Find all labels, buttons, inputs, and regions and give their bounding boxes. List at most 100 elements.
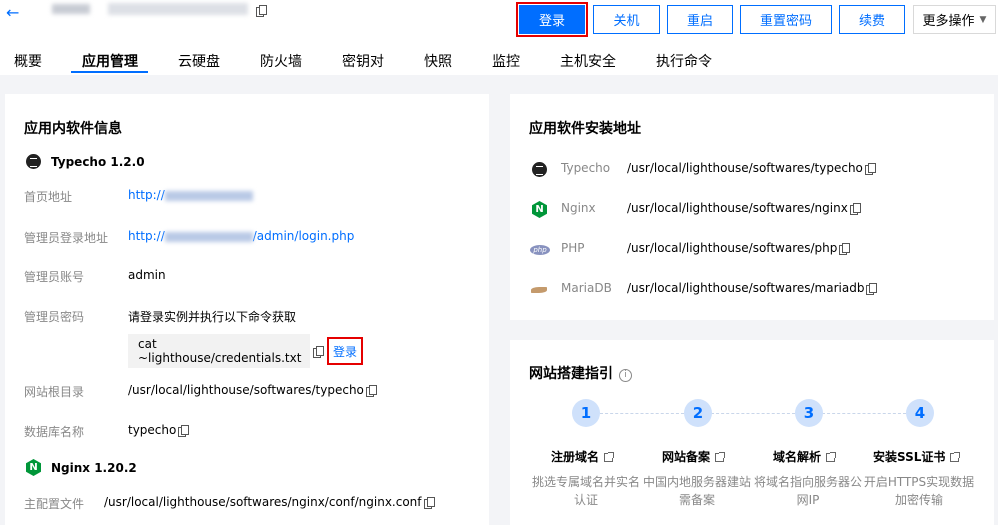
nginx-config-path: /usr/local/lighthouse/softwares/nginx/co… xyxy=(104,495,422,509)
mariadb-label: MariaDB xyxy=(561,281,612,295)
copy-icon[interactable] xyxy=(178,425,190,437)
admin-login-suffix: /admin/login.php xyxy=(252,229,355,243)
more-actions-button[interactable]: 更多操作 ▼ xyxy=(913,5,996,34)
external-link-icon xyxy=(950,452,961,462)
copy-icon[interactable] xyxy=(849,203,861,215)
highlight-box xyxy=(516,2,588,37)
app-info-title: 应用内软件信息 xyxy=(24,121,122,137)
web-root-path: /usr/local/lighthouse/softwares/typecho xyxy=(128,383,364,397)
db-name-label: 数据库名称 xyxy=(24,425,85,439)
step-1-desc: 挑选专属域名并实名认证 xyxy=(531,475,640,507)
nginx-config-label: 主配置文件 xyxy=(24,497,85,511)
step-1-title-text: 注册域名 xyxy=(551,450,600,464)
tab-overview[interactable]: 概要 xyxy=(14,51,42,71)
step-connector xyxy=(711,413,795,414)
typecho-name: Typecho 1.2.0 xyxy=(51,154,145,169)
nginx-heading: N Nginx 1.20.2 xyxy=(26,459,137,476)
more-actions-label: 更多操作 xyxy=(922,14,975,29)
copy-icon[interactable] xyxy=(256,5,267,17)
highlight-box xyxy=(327,337,363,365)
copy-icon[interactable] xyxy=(839,243,851,255)
typecho-heading: Typecho 1.2.0 xyxy=(26,154,145,169)
restart-button[interactable]: 重启 xyxy=(667,5,733,34)
copy-icon[interactable] xyxy=(866,283,878,295)
copy-icon[interactable] xyxy=(864,163,876,175)
step-3-number: 3 xyxy=(795,399,823,427)
db-name-text: typecho xyxy=(128,423,177,437)
admin-account-value: admin xyxy=(128,268,166,282)
tab-app-management[interactable]: 应用管理 xyxy=(82,51,138,71)
typecho-path-text: /usr/local/lighthouse/softwares/typecho xyxy=(627,161,863,175)
typecho-label: Typecho xyxy=(561,161,611,175)
tab-firewall[interactable]: 防火墙 xyxy=(260,51,302,71)
step-1-number: 1 xyxy=(572,399,600,427)
admin-password-label: 管理员密码 xyxy=(24,310,85,324)
top-bar: ← 登录 关机 重启 重置密码 续费 更多操作 ▼ 概要 应用管理 云硬盘 防火… xyxy=(0,0,998,75)
caret-down-icon: ▼ xyxy=(979,14,987,25)
arrow-left-icon[interactable]: ← xyxy=(6,3,19,22)
tab-bar: 概要 应用管理 云硬盘 防火墙 密钥对 快照 监控 主机安全 执行命令 xyxy=(0,44,998,74)
nginx-name: Nginx 1.20.2 xyxy=(51,460,137,475)
step-3-title[interactable]: 域名解析 xyxy=(773,448,837,465)
nginx-path-text: /usr/local/lighthouse/softwares/nginx xyxy=(627,201,848,215)
step-2-title-text: 网站备案 xyxy=(662,450,711,464)
external-link-icon xyxy=(826,452,837,462)
info-icon[interactable]: i xyxy=(619,369,632,382)
renew-button[interactable]: 续费 xyxy=(839,5,905,34)
tab-run-command[interactable]: 执行命令 xyxy=(656,51,712,71)
tab-cloud-disk[interactable]: 云硬盘 xyxy=(178,51,220,71)
tab-snapshot[interactable]: 快照 xyxy=(424,51,452,71)
instance-ip-redacted xyxy=(108,3,248,15)
step-3-desc: 将域名指向服务器公网IP xyxy=(753,475,862,507)
step-1-title[interactable]: 注册域名 xyxy=(551,448,615,465)
copy-icon[interactable] xyxy=(365,385,377,397)
php-logo-icon: php xyxy=(530,245,550,255)
php-label: PHP xyxy=(561,241,585,255)
step-2-number: 2 xyxy=(684,399,712,427)
step-4-title[interactable]: 安装SSL证书 xyxy=(873,448,961,465)
php-path: /usr/local/lighthouse/softwares/php xyxy=(627,241,851,255)
tab-keypair[interactable]: 密钥对 xyxy=(342,51,384,71)
nginx-logo-icon: N xyxy=(26,459,41,476)
step-2-desc: 中国内地服务器建站需备案 xyxy=(642,475,751,507)
mariadb-path: /usr/local/lighthouse/softwares/mariadb xyxy=(627,281,878,295)
step-4-title-text: 安装SSL证书 xyxy=(873,450,946,464)
external-link-icon xyxy=(715,452,726,462)
nginx-label: Nginx xyxy=(561,201,596,215)
external-link-icon xyxy=(604,452,615,462)
php-path-text: /usr/local/lighthouse/softwares/php xyxy=(627,241,838,255)
active-tab-indicator xyxy=(71,71,148,73)
step-connector xyxy=(822,413,906,414)
admin-login-link[interactable]: http:// /admin/login.php xyxy=(128,229,354,243)
home-url-label: 首页地址 xyxy=(24,190,73,204)
mariadb-logo-icon xyxy=(531,285,549,295)
nginx-path: /usr/local/lighthouse/softwares/nginx xyxy=(627,201,861,215)
web-root-label: 网站根目录 xyxy=(24,385,85,399)
copy-icon[interactable] xyxy=(423,497,435,509)
step-connector xyxy=(600,413,684,414)
guide-title: 网站搭建指引 i xyxy=(529,363,632,383)
step-2-title[interactable]: 网站备案 xyxy=(662,448,726,465)
reset-password-button[interactable]: 重置密码 xyxy=(740,5,832,34)
shutdown-button[interactable]: 关机 xyxy=(593,5,660,34)
tab-monitor[interactable]: 监控 xyxy=(492,51,520,71)
db-name-value: typecho xyxy=(128,423,190,437)
admin-login-label: 管理员登录地址 xyxy=(24,231,109,245)
command-text: cat ~lighthouse/credentials.txt xyxy=(138,337,302,365)
ip-redacted xyxy=(164,231,253,242)
typecho-path: /usr/local/lighthouse/softwares/typecho xyxy=(627,161,876,175)
step-4-number: 4 xyxy=(906,399,934,427)
copy-icon[interactable] xyxy=(313,346,324,358)
instance-name-redacted xyxy=(52,4,90,14)
admin-login-prefix: http:// xyxy=(128,229,165,243)
install-paths-title: 应用软件安装地址 xyxy=(529,121,641,137)
home-url-link[interactable]: http:// xyxy=(128,188,253,202)
ip-redacted xyxy=(164,190,253,201)
step-4-desc: 开启HTTPS实现数据加密传输 xyxy=(863,475,975,507)
tab-host-security[interactable]: 主机安全 xyxy=(560,51,616,71)
step-3-title-text: 域名解析 xyxy=(773,450,822,464)
web-root-value: /usr/local/lighthouse/softwares/typecho xyxy=(128,383,377,397)
typecho-logo-icon xyxy=(26,154,41,169)
home-url-prefix: http:// xyxy=(128,188,165,202)
admin-account-label: 管理员账号 xyxy=(24,270,85,284)
